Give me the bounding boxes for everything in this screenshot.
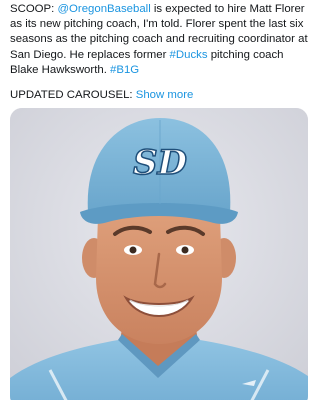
- headshot-illustration: SD: [10, 108, 308, 400]
- tweet-text: SCOOP: @OregonBaseball is expected to hi…: [10, 2, 310, 78]
- hashtag-link-ducks[interactable]: #Ducks: [170, 49, 208, 61]
- cap-logo: SD: [133, 143, 188, 183]
- updated-carousel-line: UPDATED CAROUSEL: Show more: [10, 88, 310, 103]
- hashtag-link-b1g[interactable]: #B1G: [110, 64, 139, 76]
- tweet-photo[interactable]: SD: [10, 108, 308, 400]
- tweet-text-segment: SCOOP:: [10, 3, 58, 15]
- show-more-link[interactable]: Show more: [136, 89, 194, 101]
- mention-link-oregonbaseball[interactable]: @OregonBaseball: [57, 3, 150, 15]
- updated-carousel-label: UPDATED CAROUSEL:: [10, 89, 136, 101]
